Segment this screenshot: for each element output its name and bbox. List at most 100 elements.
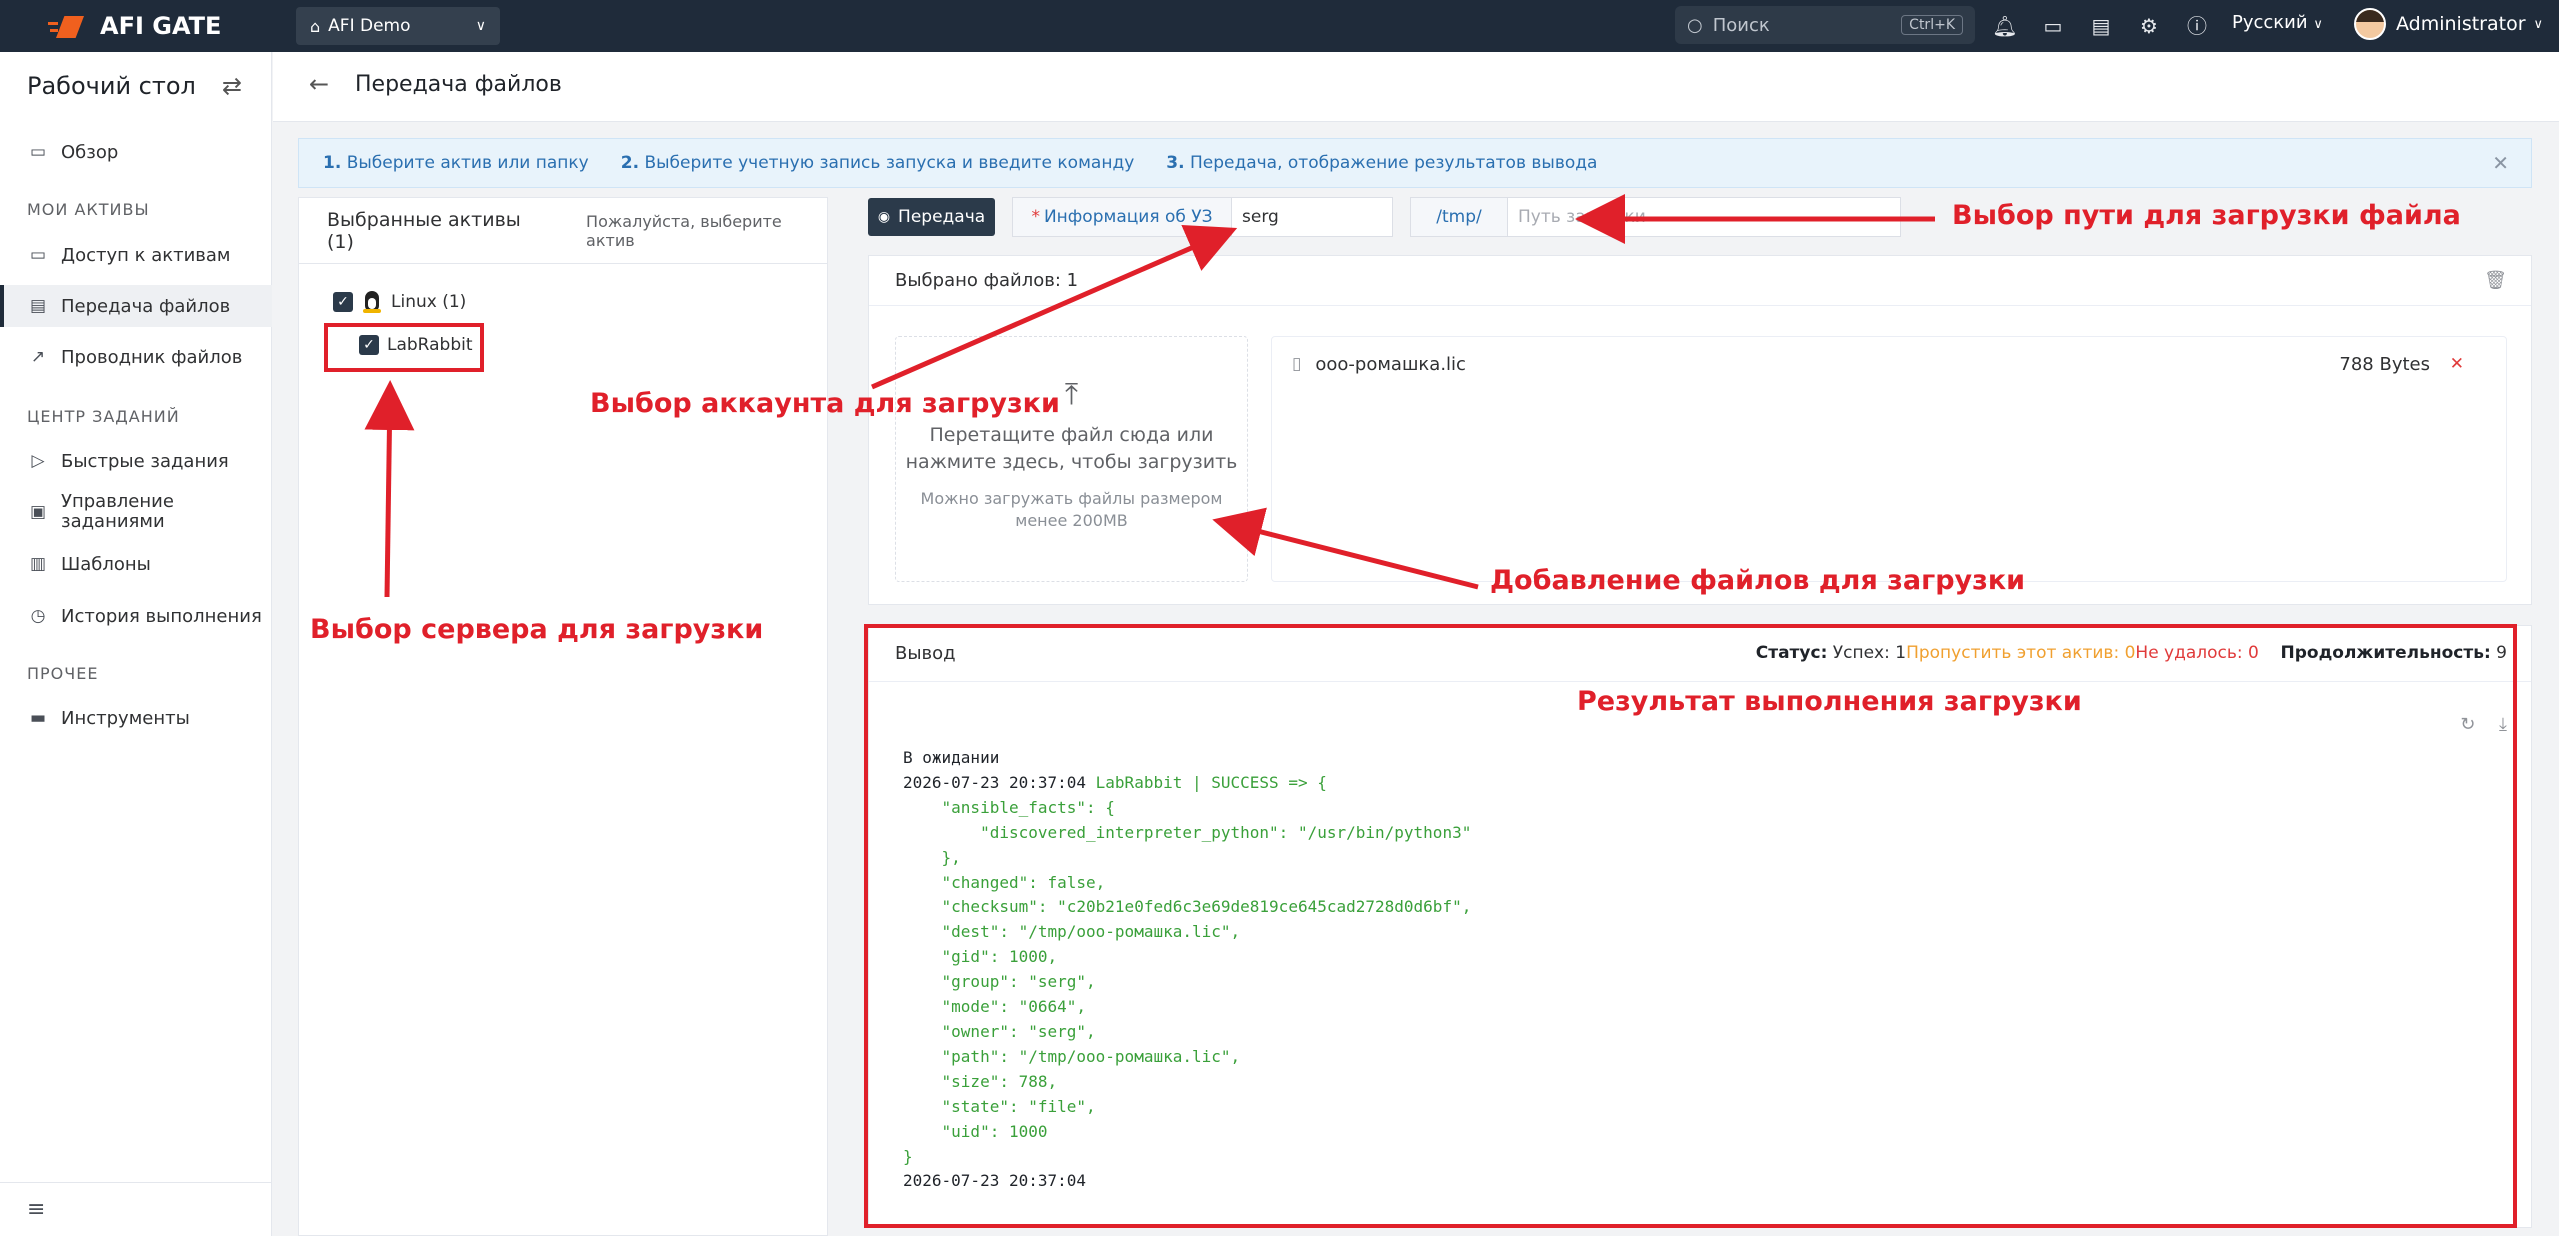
sidebar-item-label: История выполнения xyxy=(61,605,262,627)
checkbox-checked[interactable]: ✓ xyxy=(333,292,353,312)
logo-icon xyxy=(48,10,92,42)
annotation-path: Выбор пути для загрузки файла xyxy=(1952,200,2461,231)
sidebar-item-label: Доступ к активам xyxy=(61,244,231,266)
user-menu[interactable]: Administrator ∨ xyxy=(2354,8,2543,40)
account-label-text: Информация об УЗ xyxy=(1043,207,1213,227)
sidebar-item-label: Обзор xyxy=(61,141,119,163)
step-label: Выберите актив или папку xyxy=(346,153,589,173)
sidebar-item-label: Шаблоны xyxy=(61,553,151,575)
sidebar-item-tools[interactable]: ▬ Инструменты xyxy=(0,697,272,739)
external-link-icon: ↗ xyxy=(30,347,46,367)
dropzone-text: Перетащите файл сюда или нажмите здесь, … xyxy=(896,422,1247,476)
limit-line-1: Можно загружать файлы размером xyxy=(920,489,1223,508)
annotation-box-server xyxy=(324,323,484,372)
toolbox-icon: ▬ xyxy=(29,708,47,728)
search-placeholder: Поиск xyxy=(1712,14,1770,36)
language-label: Русский xyxy=(2232,12,2308,33)
step-number: 2. xyxy=(620,153,640,173)
list-item[interactable]: ▯ ооо-ромашка.lic 788 Bytes ✕ xyxy=(1292,349,2482,379)
back-arrow-icon[interactable]: ← xyxy=(309,70,329,98)
page-header: ← Передача файлов xyxy=(273,52,2559,122)
tickets-icon[interactable]: ▤ xyxy=(2087,12,2115,40)
step-number: 3. xyxy=(1166,153,1185,173)
sidebar-item-job-management[interactable]: ▣ Управление заданиями xyxy=(0,486,272,538)
file-transfer-icon: ▤ xyxy=(29,296,47,316)
asset-panel-header: Выбранные активы (1) Пожалуйста, выберит… xyxy=(299,198,827,264)
step-label: Выберите учетную запись запуска и введит… xyxy=(644,153,1135,173)
account-value[interactable]: serg xyxy=(1232,198,1279,236)
sidebar-item-templates[interactable]: ▥ Шаблоны xyxy=(0,543,272,585)
bell-icon[interactable]: 🔔︎ xyxy=(1991,12,2019,40)
sidebar-item-quick-jobs[interactable]: ▷ Быстрые задания xyxy=(0,440,272,482)
sidebar-title: Рабочий стол xyxy=(27,72,196,100)
org-icon: ⌂ xyxy=(310,16,321,36)
sidebar-item-label: Проводник файлов xyxy=(61,346,243,368)
tree-node-linux[interactable]: ✓ Linux (1) xyxy=(333,291,466,313)
steps-banner: 1. Выберите актив или папку 2. Выберите … xyxy=(298,138,2532,188)
transfer-button[interactable]: ◉ Передача xyxy=(868,198,995,236)
step-3: 3. Передача, отображение результатов выв… xyxy=(1166,153,1597,173)
chevron-down-icon: ∨ xyxy=(2313,17,2323,32)
monitor-icon: ▭ xyxy=(29,142,47,162)
step-2: 2. Выберите учетную запись запуска и вве… xyxy=(621,153,1135,173)
asset-hint: Пожалуйста, выберите актив xyxy=(586,211,782,250)
chevron-down-icon: ∨ xyxy=(2533,16,2544,32)
collapse-menu-icon[interactable]: ≡ xyxy=(27,1197,45,1222)
annotation-result: Результат выполнения загрузки xyxy=(1577,686,2082,717)
path-input[interactable]: Путь загрузки xyxy=(1508,198,1646,236)
sidebar-item-history[interactable]: ◷ История выполнения xyxy=(0,595,272,637)
sidebar-section-jobs: ЦЕНТР ЗАДАНИЙ xyxy=(27,407,180,426)
step-label: Передача, отображение результатов вывода xyxy=(1189,153,1598,173)
top-bar: AFI GATE ⌂ AFI Demo ∨ ○ Поиск Ctrl+K 🔔︎ … xyxy=(0,0,2559,52)
user-name: Administrator xyxy=(2396,13,2526,35)
sidebar-item-overview[interactable]: ▭ Обзор xyxy=(0,131,272,173)
gear-icon[interactable]: ⚙ xyxy=(2135,12,2163,40)
terminal-icon[interactable]: ▭ xyxy=(2039,12,2067,40)
brand-name: AFI GATE xyxy=(100,12,222,40)
sidebar-item-file-transfer[interactable]: ▤ Передача файлов xyxy=(0,285,272,327)
sidebar-item-label: Передача файлов xyxy=(61,295,231,317)
history-icon: ◷ xyxy=(30,606,46,626)
upload-dropzone[interactable]: ⤒ Перетащите файл сюда или нажмите здесь… xyxy=(895,336,1248,582)
label-line-2: заданиями xyxy=(61,511,165,532)
book-icon: ▥ xyxy=(29,554,47,574)
org-selector[interactable]: ⌂ AFI Demo ∨ xyxy=(296,7,500,45)
upload-path-field[interactable]: /tmp/ Путь загрузки xyxy=(1410,197,1901,237)
chevron-down-icon: ∨ xyxy=(475,18,486,34)
close-icon[interactable]: ✕ xyxy=(2492,151,2509,175)
dropzone-limit: Можно загружать файлы размером менее 200… xyxy=(896,488,1247,532)
path-prefix: /tmp/ xyxy=(1411,198,1508,236)
sidebar-item-file-explorer[interactable]: ↗ Проводник файлов xyxy=(0,336,272,378)
help-icon[interactable]: ⓘ xyxy=(2183,12,2211,40)
sidebar-item-label: Управление заданиями xyxy=(61,492,174,532)
search-shortcut: Ctrl+K xyxy=(1901,15,1963,35)
search-icon: ○ xyxy=(1687,14,1703,36)
language-selector[interactable]: Русский ∨ xyxy=(2232,12,2323,33)
sidebar-item-asset-access[interactable]: ▭ Доступ к активам xyxy=(0,234,272,276)
account-select[interactable]: * Информация об УЗ serg xyxy=(1012,197,1393,237)
sidebar-section-assets: МОИ АКТИВЫ xyxy=(27,200,150,219)
dropzone-line-2: нажмите здесь, чтобы загрузить xyxy=(905,451,1238,473)
brand-logo[interactable]: AFI GATE xyxy=(48,10,221,42)
linux-icon xyxy=(361,291,383,313)
annotation-files: Добавление файлов для загрузки xyxy=(1490,565,2026,596)
trash-icon[interactable]: 🗑︎ xyxy=(2484,270,2507,291)
remove-file-icon[interactable]: ✕ xyxy=(2450,354,2464,374)
tree-node-label: Linux (1) xyxy=(391,292,467,312)
selected-assets-count: Выбранные активы (1) xyxy=(327,208,521,253)
sidebar-footer: ≡ xyxy=(0,1182,272,1236)
sidebar-section-other: ПРОЧЕЕ xyxy=(27,664,99,683)
play-circle-icon: ▷ xyxy=(31,451,45,471)
monitor-icon: ▭ xyxy=(29,245,47,265)
annotation-server: Выбор сервера для загрузки xyxy=(310,614,764,645)
global-search[interactable]: ○ Поиск Ctrl+K xyxy=(1675,6,1975,44)
dropzone-line-1: Перетащите файл сюда или xyxy=(929,424,1214,446)
org-name: AFI Demo xyxy=(328,16,411,36)
swap-icon[interactable]: ⇄ xyxy=(222,72,242,100)
play-circle-icon: ◉ xyxy=(877,209,891,225)
file-list: ▯ ооо-ромашка.lic 788 Bytes ✕ xyxy=(1271,336,2507,582)
step-number: 1. xyxy=(323,153,342,173)
files-panel: Выбрано файлов: 1 🗑︎ ⤒ Перетащите файл с… xyxy=(868,255,2532,605)
file-size: 788 Bytes xyxy=(2339,353,2430,375)
calendar-check-icon: ▣ xyxy=(29,502,47,522)
